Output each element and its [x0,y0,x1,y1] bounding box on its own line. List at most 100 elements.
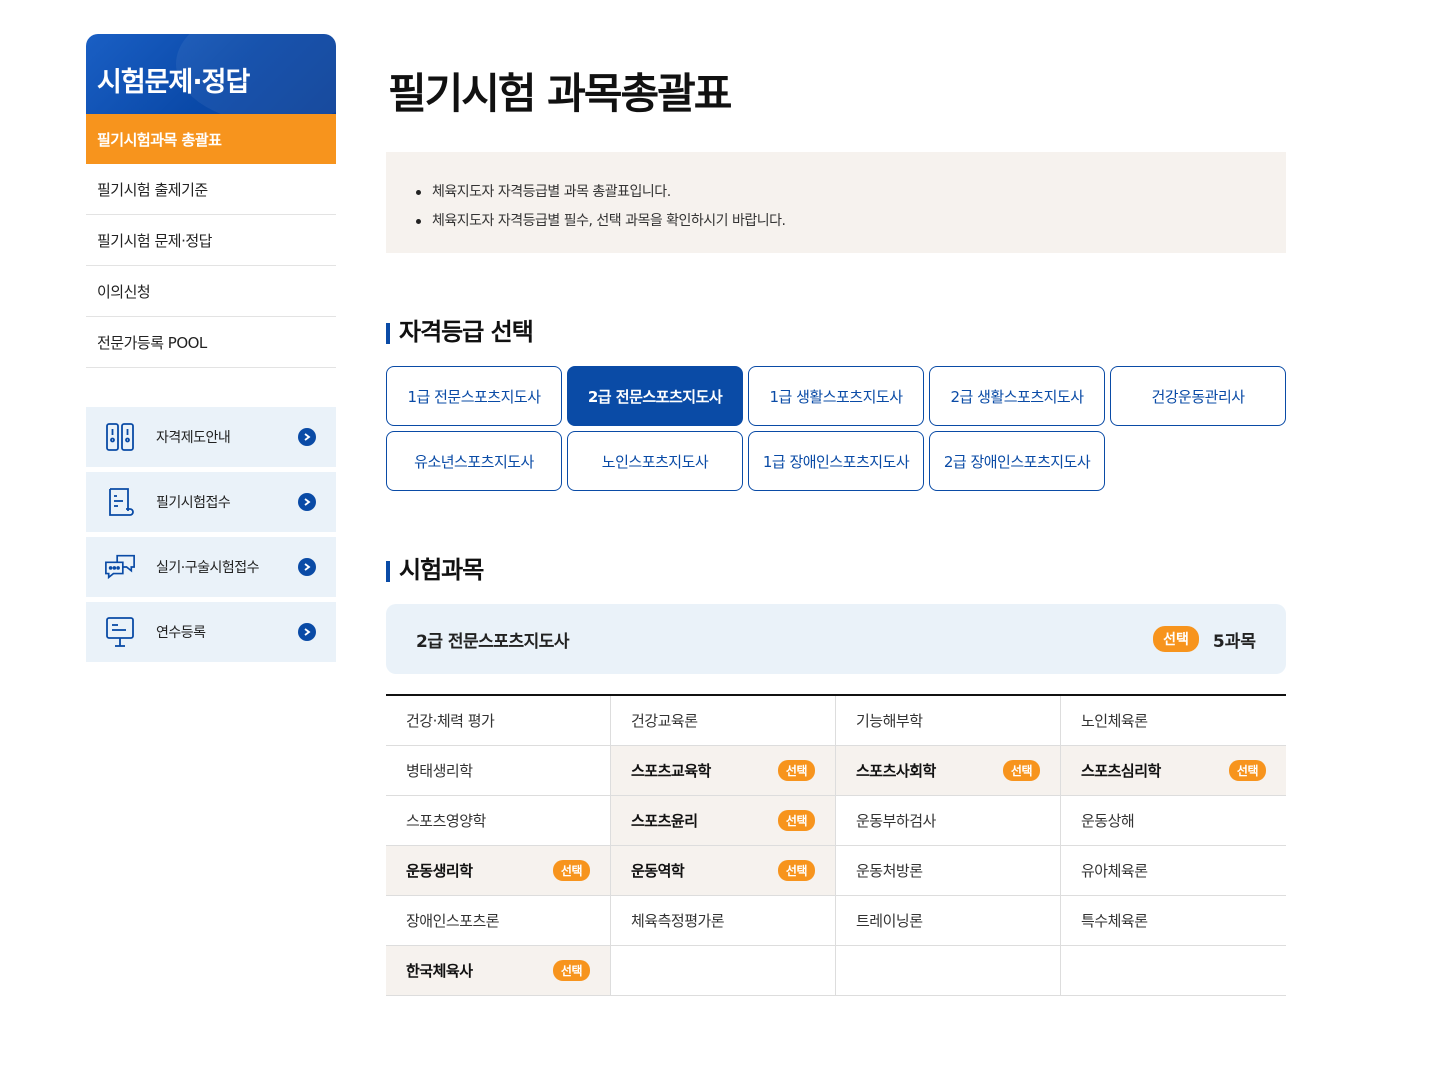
subject-section-title: 시험과목 [386,556,484,584]
subject-name: 운동부하검사 [856,812,936,830]
elective-badge: 선택 [552,860,590,881]
subject-cell: 특수체육론 [1061,896,1286,946]
subject-name: 스포츠심리학 [1081,762,1161,780]
selected-grade-header: 2급 전문스포츠지도사 선택 5과목 [386,604,1286,674]
subject-name: 스포츠윤리 [631,812,698,830]
sidebar-item-expert-pool[interactable]: 전문가등록 POOL [86,317,336,368]
subject-name: 한국체육사 [406,962,473,980]
grade-selector: 1급 전문스포츠지도사 2급 전문스포츠지도사 1급 생활스포츠지도사 2급 생… [386,366,1286,491]
subject-name: 장애인스포츠론 [406,912,500,930]
subject-cell: 운동상해 [1061,796,1286,846]
subject-cell: 스포츠윤리 선택 [611,796,836,846]
sidebar-title: 시험문제·정답 [86,34,336,114]
subject-name: 운동생리학 [406,862,473,880]
subject-cell: 노인체육론 [1061,696,1286,746]
chevron-right-icon [298,428,316,446]
grade-button-youth[interactable]: 유소년스포츠지도사 [386,431,562,491]
subject-cell: 기능해부학 [836,696,1061,746]
subject-name: 기능해부학 [856,712,923,730]
subject-name: 운동상해 [1081,812,1135,830]
chat-bubbles-icon [104,549,136,585]
elective-badge: 선택 [777,860,815,881]
subject-cell: 한국체육사 선택 [386,946,611,996]
grade-button-health-exercise[interactable]: 건강운동관리사 [1110,366,1286,426]
sidebar: 시험문제·정답 필기시험과목 총괄표 필기시험 출제기준 필기시험 문제·정답 … [86,34,336,667]
subject-cell: 트레이닝론 [836,896,1061,946]
quick-links: 자격제도안내 필기시험접수 실기·구술시험접수 연수등록 [86,407,336,662]
grade-button-1st-life[interactable]: 1급 생활스포츠지도사 [748,366,924,426]
quick-link-label: 연수등록 [156,625,206,641]
grade-button-1st-disabled[interactable]: 1급 장애인스포츠지도사 [748,431,924,491]
notice-box: 체육지도자 자격등급별 과목 총괄표입니다. 체육지도자 자격등급별 필수, 선… [386,152,1286,253]
grade-button-senior[interactable]: 노인스포츠지도사 [567,431,743,491]
subject-cell: 스포츠심리학 선택 [1061,746,1286,796]
quick-link-written-registration[interactable]: 필기시험접수 [86,472,336,532]
chevron-right-icon [298,493,316,511]
subject-cell: 운동부하검사 [836,796,1061,846]
chevron-right-icon [298,558,316,576]
notice-item: 체육지도자 자격등급별 필수, 선택 과목을 확인하시기 바랍니다. [416,207,1286,236]
subject-cell: 스포츠교육학 선택 [611,746,836,796]
subject-name: 체육측정평가론 [631,912,725,930]
subject-name: 운동처방론 [856,862,923,880]
subject-cell: 병태생리학 [386,746,611,796]
grade-button-2nd-life[interactable]: 2급 생활스포츠지도사 [929,366,1105,426]
sidebar-item-exam-criteria[interactable]: 필기시험 출제기준 [86,164,336,215]
selected-grade-name: 2급 전문스포츠지도사 [416,631,570,652]
quick-link-practical-registration[interactable]: 실기·구술시험접수 [86,537,336,597]
elective-badge: 선택 [552,960,590,981]
subject-name: 스포츠교육학 [631,762,711,780]
subject-cell: 유아체육론 [1061,846,1286,896]
subject-cell: 운동생리학 선택 [386,846,611,896]
subject-cell: 체육측정평가론 [611,896,836,946]
subject-name: 특수체육론 [1081,912,1148,930]
select-count-group: 선택 5과목 [1153,626,1256,652]
subject-cell: 스포츠영양학 [386,796,611,846]
subject-cell: 장애인스포츠론 [386,896,611,946]
title-decoration [176,34,336,114]
document-panels-icon [104,419,136,455]
grade-button-2nd-elite[interactable]: 2급 전문스포츠지도사 [567,366,743,426]
sidebar-menu: 필기시험과목 총괄표 필기시험 출제기준 필기시험 문제·정답 이의신청 전문가… [86,114,336,368]
subject-name: 트레이닝론 [856,912,923,930]
quick-link-label: 실기·구술시험접수 [156,560,260,576]
subject-name: 노인체육론 [1081,712,1148,730]
subject-name: 병태생리학 [406,762,473,780]
subject-cell: 건강·체력 평가 [386,696,611,746]
notice-item: 체육지도자 자격등급별 과목 총괄표입니다. [416,178,1286,207]
subject-name: 건강교육론 [631,712,698,730]
subject-name: 스포츠영양학 [406,812,486,830]
quick-link-training-registration[interactable]: 연수등록 [86,602,336,662]
chevron-right-icon [298,623,316,641]
subject-cell: 스포츠사회학 선택 [836,746,1061,796]
page-title: 필기시험 과목총괄표 [388,69,732,118]
subject-cell: 운동역학 선택 [611,846,836,896]
grade-button-1st-elite[interactable]: 1급 전문스포츠지도사 [386,366,562,426]
subject-name: 스포츠사회학 [856,762,936,780]
subject-cell [836,946,1061,996]
quick-link-label: 자격제도안내 [156,430,231,446]
subject-cell [611,946,836,996]
grade-button-2nd-disabled[interactable]: 2급 장애인스포츠지도사 [929,431,1105,491]
subject-count: 5과목 [1212,631,1256,652]
subject-cell [1061,946,1286,996]
scroll-document-icon [104,484,136,520]
grade-section-title: 자격등급 선택 [386,318,534,346]
subject-name: 유아체육론 [1081,862,1148,880]
elective-badge: 선택 [1002,760,1040,781]
sidebar-item-subject-summary[interactable]: 필기시험과목 총괄표 [86,114,336,164]
elective-badge: 선택 [777,810,815,831]
quick-link-label: 필기시험접수 [156,495,231,511]
sidebar-item-objection[interactable]: 이의신청 [86,266,336,317]
subject-cell: 운동처방론 [836,846,1061,896]
subject-table: 건강·체력 평가 건강교육론 기능해부학 노인체육론 병태생리학 스포츠교육학 선택 스포츠사… [386,694,1286,996]
select-pill: 선택 [1153,626,1199,652]
presentation-board-icon [104,614,136,650]
elective-badge: 선택 [777,760,815,781]
elective-badge: 선택 [1228,760,1266,781]
subject-cell: 건강교육론 [611,696,836,746]
quick-link-qualification-guide[interactable]: 자격제도안내 [86,407,336,467]
sidebar-item-exam-questions[interactable]: 필기시험 문제·정답 [86,215,336,266]
subject-name: 운동역학 [631,862,685,880]
subject-name: 건강·체력 평가 [406,712,495,730]
